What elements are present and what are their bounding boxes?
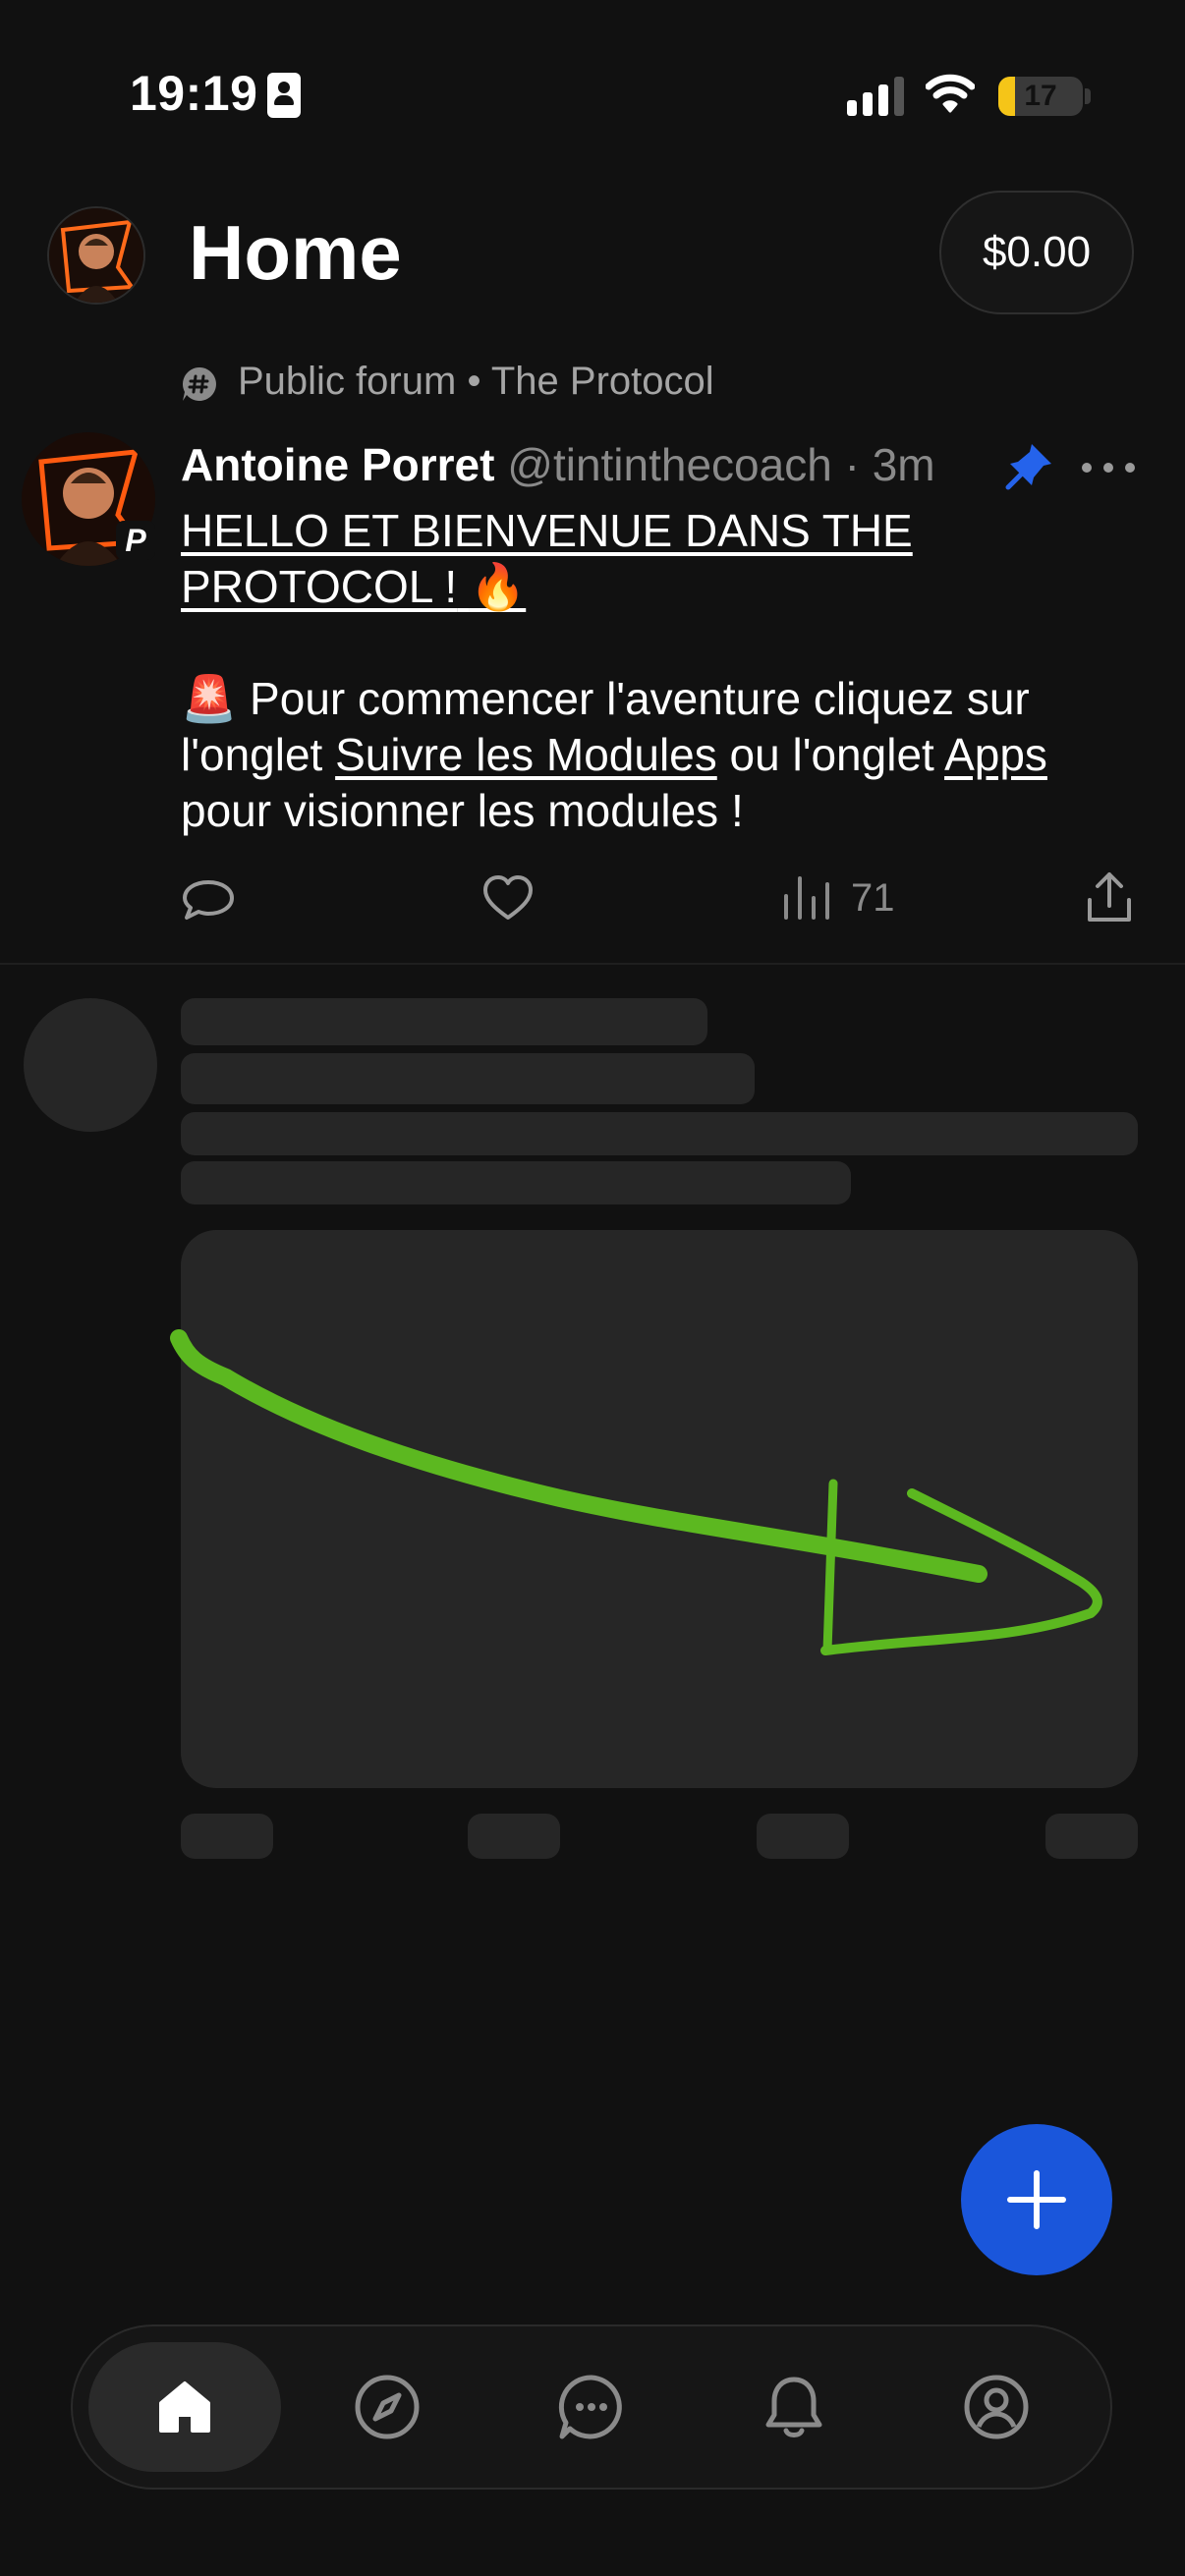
author-handle[interactable]: @tintinthecoach [507,439,832,490]
skeleton-avatar [24,998,157,1132]
wifi-icon [926,74,975,113]
battery-indicator: 17 [998,77,1083,116]
forum-breadcrumb[interactable]: Public forum • The Protocol [238,360,714,404]
reply-icon[interactable] [181,868,236,927]
skeleton-line [181,1161,851,1204]
skeleton-line [181,1053,755,1104]
cellular-signal-icon [847,77,904,116]
fire-emoji: 🔥 [469,561,527,612]
author-name[interactable]: Antoine Porret [181,439,494,490]
tab-profile[interactable] [900,2342,1093,2472]
post-paragraph: 🚨 Pour commencer l'aventure cliquez sur … [181,671,1134,839]
home-icon [159,2381,210,2433]
link-apps[interactable]: Apps [944,729,1047,780]
profile-avatar[interactable] [47,206,145,305]
headline-line-2: PROTOCOL ! 🔥 [181,561,526,612]
community-name[interactable]: The Protocol [491,360,714,403]
post-divider [0,963,1185,965]
skeleton-action [468,1814,560,1859]
body-text-3: pour visionner les modules ! [181,785,744,836]
status-time: 19:19 [130,66,258,121]
skeleton-action [181,1814,273,1859]
skeleton-line [181,1112,1138,1155]
skeleton-action [1045,1814,1138,1859]
annotation-arrow-icon [170,1329,1102,1655]
notifications-icon [765,2377,822,2437]
verified-badge: P [116,521,155,560]
battery-tip [1085,88,1091,104]
post-timestamp: · 3m [844,439,935,490]
compose-button[interactable] [961,2124,1112,2275]
body-text-2: ou l'onglet [716,729,945,780]
post-actions: 71 [181,868,1134,927]
avatar-image [49,208,143,303]
link-suivre-modules[interactable]: Suivre les Modules [335,729,717,780]
siren-emoji: 🚨 [181,673,238,724]
page-title: Home [189,209,402,296]
tab-explore[interactable] [291,2342,483,2472]
bottom-tab-bar [71,2324,1112,2490]
id-card-icon [267,73,301,118]
headline-text: PROTOCOL ! [181,561,458,612]
messages-icon [558,2375,622,2439]
explore-icon [355,2375,420,2439]
post-header: Antoine Porret @tintinthecoach · 3m [181,438,935,491]
balance-button[interactable]: $0.00 [939,191,1134,314]
battery-percent: 17 [1024,80,1057,112]
skeleton-action [757,1814,849,1859]
tab-messages[interactable] [495,2342,688,2472]
heart-icon[interactable] [481,868,535,927]
share-icon[interactable] [1085,868,1134,927]
profile-icon [964,2375,1029,2439]
views-count: 71 [851,876,895,920]
pin-icon [1005,444,1051,490]
post-body[interactable]: HELLO ET BIENVENUE DANS THE PROTOCOL ! 🔥… [181,503,1134,839]
plus-icon [1007,2170,1066,2229]
post-headline: HELLO ET BIENVENUE DANS THE PROTOCOL ! 🔥 [181,503,1134,615]
views-icon[interactable] [780,868,835,927]
forum-hash-icon [183,367,216,401]
forum-label: Public forum [238,360,457,403]
forum-separator: • [467,360,481,403]
tab-home[interactable] [88,2342,281,2472]
headline-line-1: HELLO ET BIENVENUE DANS THE [181,505,913,556]
more-icon[interactable] [1079,460,1138,476]
skeleton-line [181,998,707,1045]
tab-notifications[interactable] [698,2342,890,2472]
